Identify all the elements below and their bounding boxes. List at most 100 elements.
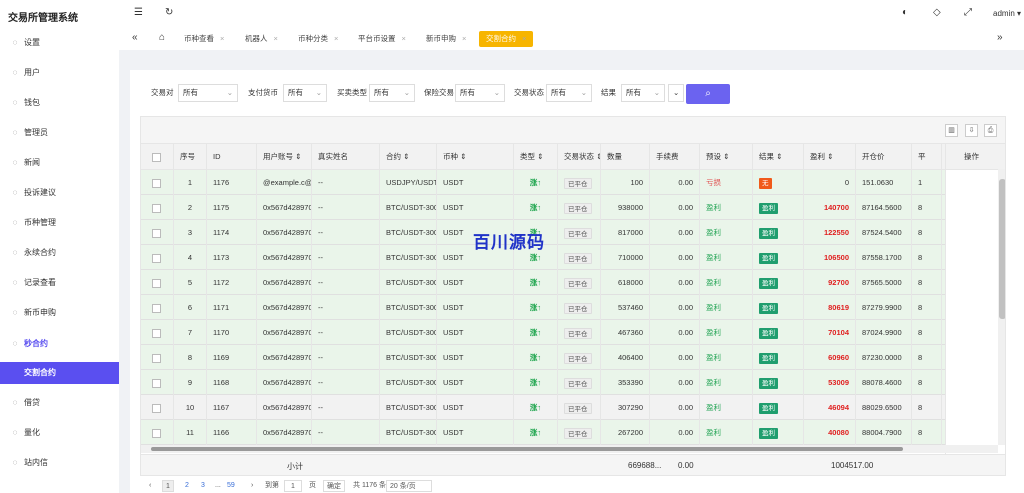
row-checkbox[interactable] bbox=[141, 370, 174, 395]
palette-icon[interactable]: ◐ bbox=[902, 7, 908, 18]
sidebar-item-4[interactable]: ◌ 管理员 bbox=[0, 122, 119, 144]
page-button[interactable]: ... bbox=[212, 480, 224, 492]
row-checkbox[interactable] bbox=[141, 270, 174, 295]
tab-5[interactable]: 新币申购 × bbox=[419, 31, 473, 47]
table-row[interactable]: 10 1167 0x567d428970... -- BTC/USDT-300 USDT 涨… bbox=[141, 395, 1005, 420]
tab-6[interactable]: 交割合约 × bbox=[479, 31, 534, 47]
vertical-scrollbar[interactable] bbox=[998, 169, 1005, 445]
select-all-checkbox[interactable] bbox=[141, 144, 174, 170]
column-header[interactable]: 序号 bbox=[174, 144, 207, 170]
sidebar-item-5[interactable]: ◌ 新闻 bbox=[0, 152, 119, 174]
row-checkbox[interactable] bbox=[141, 170, 174, 195]
table-row[interactable]: 6 1171 0x567d428970... -- BTC/USDT-300 USDT 涨↑… bbox=[141, 295, 1005, 320]
sidebar-item-3[interactable]: ◌ 钱包 bbox=[0, 92, 119, 114]
row-checkbox[interactable] bbox=[141, 420, 174, 445]
close-icon[interactable]: × bbox=[274, 34, 278, 43]
row-checkbox[interactable] bbox=[141, 245, 174, 270]
prev-page-icon[interactable]: ‹ bbox=[146, 480, 154, 492]
column-header[interactable]: 盈利 ⇕ bbox=[804, 144, 856, 170]
filter-select-6[interactable]: 所有 ⌄ bbox=[621, 84, 665, 102]
sidebar-item-15[interactable]: ◌ 站内信 bbox=[0, 452, 119, 474]
column-header[interactable]: 开仓价 bbox=[856, 144, 912, 170]
page-button[interactable]: 2 bbox=[182, 480, 192, 492]
tag-icon[interactable]: ◇ bbox=[933, 7, 941, 18]
close-icon[interactable]: × bbox=[402, 34, 406, 43]
close-icon[interactable]: × bbox=[220, 34, 224, 43]
user-menu[interactable]: admin ▾ bbox=[993, 9, 1021, 18]
cell-open: 88004.7900 bbox=[862, 428, 902, 437]
filter-select-5[interactable]: 所有 ⌄ bbox=[546, 84, 592, 102]
sidebar-item-1[interactable]: ◌ 设置 bbox=[0, 32, 119, 54]
tab-3[interactable]: 币种分类 × bbox=[291, 31, 345, 47]
sidebar-item-11[interactable]: ◌ 秒合约 bbox=[0, 333, 119, 355]
column-header[interactable]: 真实姓名 bbox=[312, 144, 380, 170]
column-header[interactable]: 币种 ⇕ bbox=[437, 144, 514, 170]
sidebar-item-13[interactable]: ◌ 借贷 bbox=[0, 392, 119, 414]
sidebar-item-8[interactable]: ◌ 永续合约 bbox=[0, 242, 119, 264]
tab-1[interactable]: 币种查看 × bbox=[177, 31, 231, 47]
table-row[interactable]: 8 1169 0x567d428970... -- BTC/USDT-300 USDT 涨↑… bbox=[141, 345, 1005, 370]
column-header[interactable]: 合约 ⇕ bbox=[380, 144, 437, 170]
sidebar-item-2[interactable]: ◌ 用户 bbox=[0, 62, 119, 84]
horizontal-scroll-thumb[interactable] bbox=[151, 447, 903, 451]
export-icon[interactable]: ⇩ bbox=[965, 124, 978, 137]
column-header[interactable]: 数量 bbox=[601, 144, 650, 170]
sidebar-item-14[interactable]: ◌ 量化 bbox=[0, 422, 119, 444]
row-checkbox[interactable] bbox=[141, 395, 174, 420]
close-icon[interactable]: × bbox=[334, 34, 338, 43]
tabs-right-icon[interactable]: » bbox=[997, 32, 1003, 43]
row-checkbox[interactable] bbox=[141, 220, 174, 245]
filter-select-2[interactable]: 所有 ⌄ bbox=[283, 84, 327, 102]
filter-select-3[interactable]: 所有 ⌄ bbox=[369, 84, 415, 102]
sidebar-item-9[interactable]: ◌ 记录查看 bbox=[0, 272, 119, 294]
sidebar-item-6[interactable]: ◌ 投诉建议 bbox=[0, 182, 119, 204]
sidebar-item-7[interactable]: ◌ 币种管理 bbox=[0, 212, 119, 234]
column-header[interactable]: 预设 ⇕ bbox=[700, 144, 753, 170]
table-row[interactable]: 5 1172 0x567d428970... -- BTC/USDT-300 USDT 涨↑… bbox=[141, 270, 1005, 295]
home-icon[interactable]: ⌂ bbox=[159, 32, 165, 43]
horizontal-scrollbar[interactable] bbox=[141, 445, 998, 453]
sidebar-item-12[interactable]: 交割合约 bbox=[0, 362, 119, 384]
page-button[interactable]: 3 bbox=[198, 480, 208, 492]
column-header[interactable]: 用户账号 ⇕ bbox=[257, 144, 312, 170]
table-row[interactable]: 4 1173 0x567d428970... -- BTC/USDT-300 USDT 涨↑… bbox=[141, 245, 1005, 270]
table-row[interactable]: 311740x567d428970...--BTC/USDT-300USDT涨↑… bbox=[141, 220, 1005, 245]
search-button[interactable]: ⌕ bbox=[686, 84, 730, 104]
menu-collapse-icon[interactable]: ☰ bbox=[134, 7, 143, 18]
expand-filters-button[interactable]: ⌄ bbox=[668, 84, 684, 102]
page-button[interactable]: 59 bbox=[224, 480, 238, 492]
print-icon[interactable]: ⎙ bbox=[984, 124, 997, 137]
table-row[interactable]: 1 1176 @example.c@... -- USDJPY/USDT-... USDT… bbox=[141, 170, 1005, 195]
table-row[interactable]: 11 1166 0x567d428970... -- BTC/USDT-300 USDT 涨… bbox=[141, 420, 1005, 445]
page-button[interactable]: 1 bbox=[162, 480, 174, 492]
table-row[interactable]: 2 1175 0x567d428970... -- BTC/USDT-300 USDT 涨↑… bbox=[141, 195, 1005, 220]
close-icon[interactable]: × bbox=[522, 34, 526, 43]
page-size-select[interactable]: 20 条/页 bbox=[386, 480, 432, 492]
filter-select-4[interactable]: 所有 ⌄ bbox=[455, 84, 505, 102]
confirm-button[interactable]: 确定 bbox=[323, 480, 345, 492]
tab-4[interactable]: 平台币设置 × bbox=[351, 31, 413, 47]
row-checkbox[interactable] bbox=[141, 295, 174, 320]
tab-2[interactable]: 机器人 × bbox=[238, 31, 285, 47]
column-header[interactable]: ID bbox=[207, 144, 257, 170]
column-header[interactable]: 平 bbox=[912, 144, 942, 170]
row-checkbox[interactable] bbox=[141, 195, 174, 220]
column-header[interactable]: 交易状态 ⇕ bbox=[558, 144, 601, 170]
close-icon[interactable]: × bbox=[462, 34, 466, 43]
filter-select-1[interactable]: 所有 ⌄ bbox=[178, 84, 238, 102]
row-checkbox[interactable] bbox=[141, 345, 174, 370]
column-header[interactable]: 手续费 bbox=[650, 144, 700, 170]
row-checkbox[interactable] bbox=[141, 320, 174, 345]
column-header[interactable]: 类型 ⇕ bbox=[514, 144, 558, 170]
refresh-icon[interactable]: ↻ bbox=[165, 7, 173, 18]
table-row[interactable]: 9 1168 0x567d428970... -- BTC/USDT-300 USDT 涨↑… bbox=[141, 370, 1005, 395]
columns-icon[interactable]: ▥ bbox=[945, 124, 958, 137]
next-page-icon[interactable]: › bbox=[248, 480, 256, 492]
vertical-scroll-thumb[interactable] bbox=[999, 179, 1005, 319]
sidebar-item-10[interactable]: ◌ 新币申购 bbox=[0, 302, 119, 324]
goto-input[interactable]: 1 bbox=[284, 480, 302, 492]
column-header[interactable]: 结果 ⇕ bbox=[753, 144, 804, 170]
fullscreen-icon[interactable]: ⤢ bbox=[964, 7, 972, 18]
tabs-left-icon[interactable]: « bbox=[132, 32, 138, 43]
table-row[interactable]: 7 1170 0x567d428970... -- BTC/USDT-300 USDT 涨↑… bbox=[141, 320, 1005, 345]
